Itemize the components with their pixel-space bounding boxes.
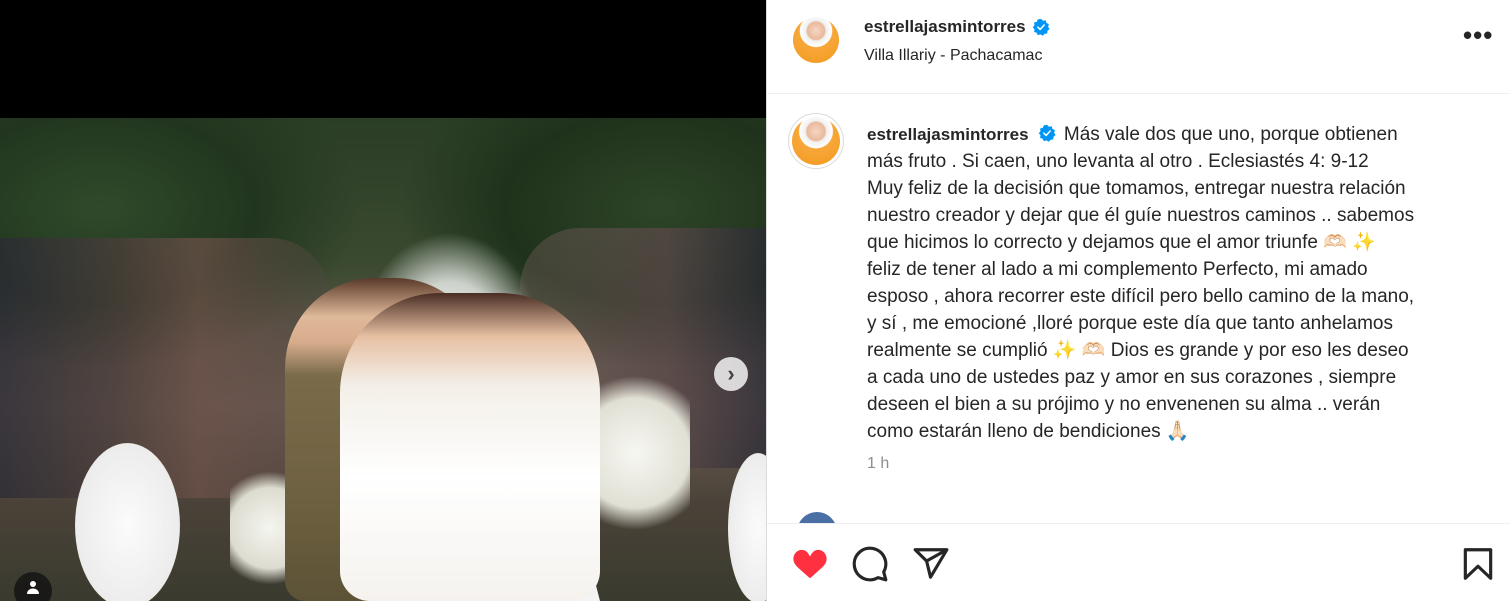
caption-line: Muy feliz de la decisión que tomamos, en…	[867, 178, 1406, 199]
post-details-panel: estrellajasmintorres Villa Illariy - Pac…	[766, 0, 1510, 601]
caption-line: más fruto . Si caen, uno levanta al otro…	[867, 151, 1369, 172]
next-image-button[interactable]: ›	[714, 357, 748, 391]
header-user: estrellajasmintorres	[864, 17, 1050, 37]
verified-badge-icon	[1032, 18, 1050, 36]
save-button[interactable]	[1459, 545, 1497, 583]
location-link[interactable]: Villa Illariy - Pachacamac	[864, 47, 1042, 65]
chair-right	[728, 453, 766, 601]
caption-line: esposo , ahora recorrer este difícil per…	[867, 286, 1415, 307]
avatar[interactable]	[793, 17, 839, 63]
caption-line: feliz de tener al lado a mi complemento …	[867, 259, 1368, 280]
wedding-photo	[0, 118, 766, 601]
share-button[interactable]	[912, 545, 950, 583]
caption-line: que hicimos lo correcto y dejamos que el…	[867, 232, 1376, 253]
post-caption: estrellajasmintorres Más vale dos que un…	[867, 121, 1487, 445]
post-timestamp[interactable]: 1 h	[867, 455, 889, 473]
caption-line: realmente se cumplió ✨ 🫶🏻 Dios es grande…	[867, 340, 1409, 361]
heart-icon	[793, 549, 827, 579]
share-icon	[913, 548, 949, 579]
caption-line: a cada uno de ustedes paz y amor en sus …	[867, 367, 1397, 388]
username-link[interactable]: estrellajasmintorres	[864, 17, 1026, 37]
caption-avatar[interactable]	[792, 117, 840, 165]
comment-icon	[852, 546, 888, 582]
caption-text: Más vale dos que uno, porque obtienen	[1063, 124, 1398, 145]
like-button[interactable]	[791, 545, 829, 583]
user-tag-icon	[27, 581, 39, 594]
bookmark-icon	[1463, 548, 1493, 580]
caption-line: deseen el bien a su prójimo y no envenen…	[867, 394, 1381, 415]
caption-username-link[interactable]: estrellajasmintorres	[867, 125, 1029, 144]
post-header: estrellajasmintorres Villa Illariy - Pac…	[767, 0, 1510, 94]
caption-line: como estarán lleno de bendiciones 🙏🏻	[867, 421, 1190, 442]
post-media[interactable]: ›	[0, 0, 766, 601]
bride	[340, 293, 600, 601]
action-bar	[767, 523, 1510, 601]
chevron-right-icon: ›	[727, 361, 735, 386]
caption-line: nuestro creador y dejar que él guíe nues…	[867, 205, 1415, 226]
chair-left	[75, 443, 180, 601]
comment-button[interactable]	[851, 545, 889, 583]
verified-badge-icon	[1038, 124, 1056, 142]
more-options-button[interactable]: •••	[1463, 22, 1493, 48]
caption-line: estrellajasmintorres Más vale dos que un…	[867, 121, 1487, 148]
caption-line: y sí , me emocioné ,lloré porque este dí…	[867, 313, 1393, 334]
